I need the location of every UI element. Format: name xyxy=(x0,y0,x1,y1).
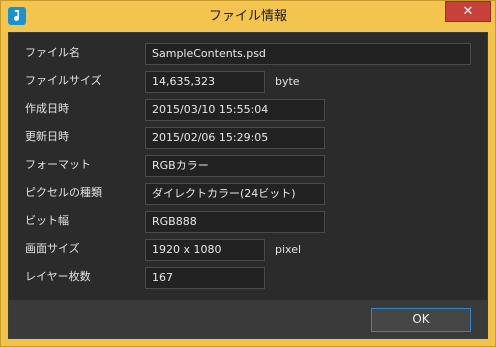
label-file-name: ファイル名 xyxy=(25,46,80,59)
label-file-size: ファイルサイズ xyxy=(25,74,102,87)
unit-screen-size: pixel xyxy=(275,243,302,256)
button-bar: OK xyxy=(9,300,487,338)
field-screen-size[interactable]: 1920 x 1080 xyxy=(145,239,265,261)
field-created-time[interactable]: 2015/03/10 15:55:04 xyxy=(145,99,325,121)
label-created-time: 作成日時 xyxy=(25,102,69,115)
window-title: ファイル情報 xyxy=(208,9,287,24)
close-icon: ✕ xyxy=(462,4,474,19)
field-file-name[interactable]: SampleContents.psd xyxy=(145,43,471,65)
label-pixel-type: ピクセルの種類 xyxy=(25,186,102,199)
field-modified-time[interactable]: 2015/02/06 15:29:05 xyxy=(145,127,325,149)
label-format: フォーマット xyxy=(25,158,91,171)
ok-button[interactable]: OK xyxy=(371,308,471,332)
file-info-dialog: ファイル情報 ✕ ファイル名 SampleContents.psd ファイルサイ… xyxy=(0,0,496,347)
field-file-size[interactable]: 14,635,323 xyxy=(145,71,265,93)
label-modified-time: 更新日時 xyxy=(25,130,69,143)
unit-file-size: byte xyxy=(275,75,300,88)
field-layer-count[interactable]: 167 xyxy=(145,267,265,289)
close-button[interactable]: ✕ xyxy=(445,1,491,22)
label-screen-size: 画面サイズ xyxy=(25,242,80,255)
field-bit-depth[interactable]: RGB888 xyxy=(145,211,325,233)
label-layer-count: レイヤー枚数 xyxy=(25,270,91,283)
field-pixel-type[interactable]: ダイレクトカラー(24ビット) xyxy=(145,183,325,205)
dialog-content: ファイル名 SampleContents.psd ファイルサイズ 14,635,… xyxy=(8,32,488,339)
label-bit-depth: ビット幅 xyxy=(25,214,69,227)
title-bar[interactable]: ファイル情報 ✕ xyxy=(1,1,495,32)
field-format[interactable]: RGBカラー xyxy=(145,155,325,177)
